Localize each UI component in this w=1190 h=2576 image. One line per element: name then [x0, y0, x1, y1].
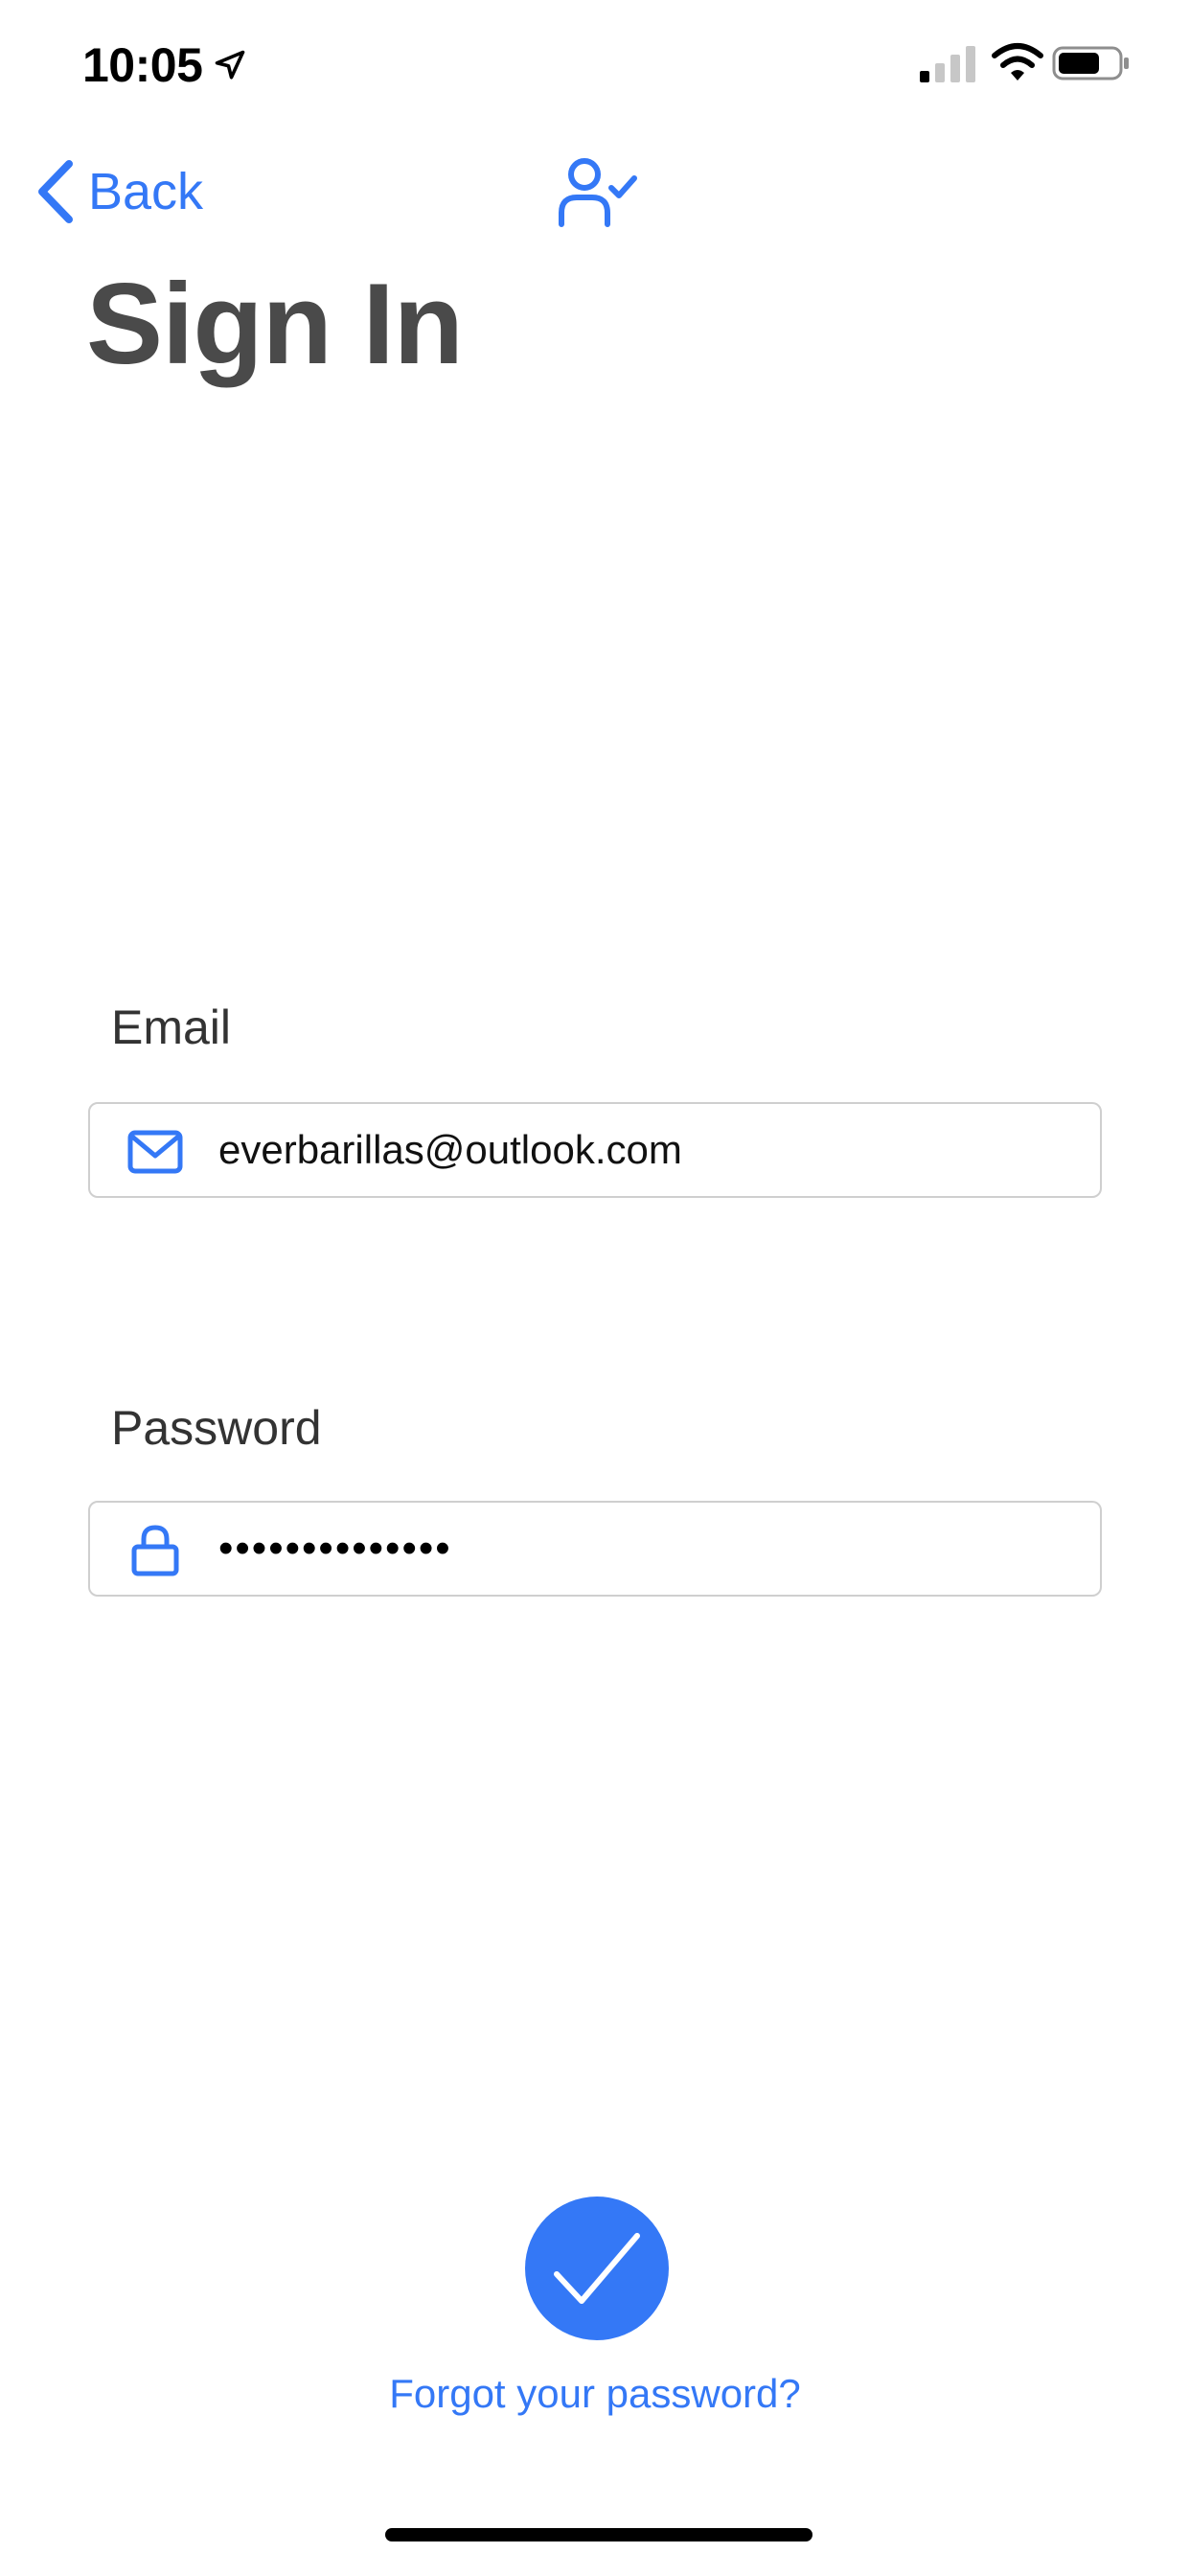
password-field[interactable]: •••••••••••••• [88, 1501, 1102, 1597]
status-time: 10:05 [82, 38, 203, 92]
user-check-icon[interactable] [556, 155, 638, 228]
email-field[interactable] [88, 1102, 1102, 1198]
battery-icon [1052, 46, 1129, 80]
email-input[interactable] [218, 1104, 1081, 1196]
password-label: Password [111, 1401, 322, 1455]
page-title: Sign In [86, 260, 464, 388]
envelope-icon [127, 1130, 183, 1174]
password-input[interactable]: •••••••••••••• [218, 1503, 452, 1595]
chevron-left-icon [38, 160, 73, 223]
cellular-signal-icon [920, 46, 975, 82]
sign-in-submit-button[interactable] [525, 2196, 669, 2340]
forgot-password-link[interactable]: Forgot your password? [0, 2365, 1190, 2423]
back-label: Back [88, 163, 204, 220]
lock-icon [131, 1525, 179, 1576]
wifi-icon [992, 43, 1043, 80]
location-arrow-icon [215, 50, 245, 80]
email-label: Email [111, 1000, 232, 1054]
home-indicator[interactable] [385, 2528, 812, 2542]
checkmark-icon [554, 2233, 640, 2304]
back-button[interactable]: Back [34, 153, 203, 230]
